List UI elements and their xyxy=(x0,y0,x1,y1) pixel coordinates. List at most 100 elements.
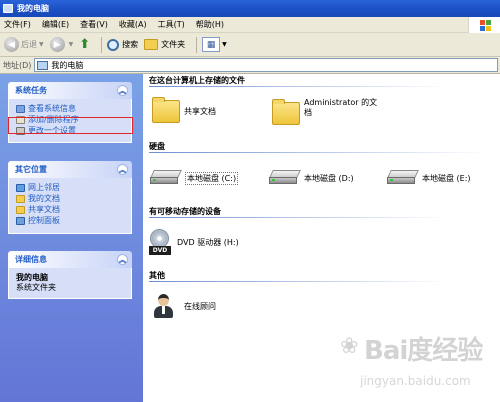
up-arrow-icon: ⬆ xyxy=(79,37,91,52)
highlight-box xyxy=(8,117,133,134)
forward-button[interactable]: ▶ ▼ xyxy=(49,37,74,52)
content-pane: 在这台计算机上存储的文件 共享文档 Administrator 的文 档 硬盘 … xyxy=(143,74,500,402)
details-description: 系统文件夹 xyxy=(16,283,56,292)
toolbar-separator xyxy=(101,36,103,53)
shared-folder-icon xyxy=(16,205,25,214)
other-places-title: 其它位置 xyxy=(15,165,47,174)
system-tasks-title: 系统任务 xyxy=(15,86,47,95)
files-section-title: 在这台计算机上存储的文件 xyxy=(149,76,245,85)
section-divider xyxy=(149,86,449,87)
network-places-label: 网上邻居 xyxy=(28,183,60,192)
collapse-chevron-icon[interactable]: ︽ xyxy=(117,164,128,175)
chevron-down-icon: ▼ xyxy=(39,41,44,48)
back-label: 后退 xyxy=(21,40,37,49)
shared-documents-label: 共享文档 xyxy=(28,205,60,214)
address-field[interactable]: 我的电脑 xyxy=(34,58,498,72)
shared-documents-link[interactable]: 共享文档 xyxy=(16,204,126,215)
hard-drive-icon xyxy=(269,170,301,186)
my-computer-icon xyxy=(37,60,49,70)
section-divider xyxy=(149,281,449,282)
folder-icon xyxy=(144,39,159,50)
menu-edit[interactable]: 编辑(E) xyxy=(42,19,69,30)
view-system-info-link[interactable]: 查看系统信息 xyxy=(16,103,126,114)
menu-bar: 文件(F) 编辑(E) 查看(V) 收藏(A) 工具(T) 帮助(H) xyxy=(0,17,500,33)
folders-label: 文件夹 xyxy=(161,40,186,49)
control-panel-link[interactable]: 控制面板 xyxy=(16,215,126,226)
search-button[interactable]: 搜索 xyxy=(107,38,139,51)
control-panel-label: 控制面板 xyxy=(28,216,60,225)
my-documents-link[interactable]: 我的文档 xyxy=(16,193,126,204)
collapse-chevron-icon[interactable]: ︽ xyxy=(117,254,128,265)
other-places-body: 网上邻居 我的文档 共享文档 控制面板 xyxy=(8,178,132,234)
address-value: 我的电脑 xyxy=(51,60,84,70)
admin-documents-label: Administrator 的文 档 xyxy=(304,98,377,118)
hard-drive-icon xyxy=(150,170,182,186)
menu-favorites[interactable]: 收藏(A) xyxy=(119,19,147,30)
admin-documents-item[interactable]: Administrator 的文 档 xyxy=(272,98,377,125)
folders-button[interactable]: 文件夹 xyxy=(144,39,185,50)
folder-icon xyxy=(272,99,300,125)
details-title: 详细信息 xyxy=(15,255,47,264)
documents-folder-icon xyxy=(16,194,25,203)
control-panel-icon xyxy=(16,216,25,225)
windows-logo-icon xyxy=(468,17,500,33)
menu-tools[interactable]: 工具(T) xyxy=(158,19,185,30)
details-name: 我的电脑 xyxy=(16,273,48,282)
views-button[interactable]: ▦ ▼ xyxy=(202,37,227,52)
removable-section-title: 有可移动存储的设备 xyxy=(149,207,221,216)
other-places-header[interactable]: 其它位置 ︽ xyxy=(8,161,132,178)
back-button[interactable]: ◀ 后退 ▼ xyxy=(4,37,44,52)
drive-c-label: 本地磁盘 (C:) xyxy=(185,171,239,185)
toolbar: ◀ 后退 ▼ ▶ ▼ ⬆ 搜索 文件夹 ▦ ▼ xyxy=(0,33,500,57)
view-system-info-label: 查看系统信息 xyxy=(28,104,76,113)
harddisk-section-title: 硬盘 xyxy=(149,142,165,151)
details-body: 我的电脑 系统文件夹 xyxy=(8,268,132,299)
dvd-drive-icon: DVD xyxy=(149,229,171,255)
online-advisor-label: 在线顾问 xyxy=(184,302,216,311)
admin-documents-label-line2: 档 xyxy=(304,108,312,117)
menu-file[interactable]: 文件(F) xyxy=(4,19,31,30)
other-section-title: 其他 xyxy=(149,271,165,280)
up-folder-button[interactable]: ⬆ xyxy=(79,37,90,52)
dvd-drive-label: DVD 驱动器 (H:) xyxy=(177,237,239,247)
views-icon: ▦ xyxy=(202,37,221,52)
network-icon xyxy=(16,183,25,192)
system-tasks-header[interactable]: 系统任务 ︽ xyxy=(8,82,132,99)
chevron-down-icon: ▼ xyxy=(222,41,227,48)
other-places-panel: 其它位置 ︽ 网上邻居 我的文档 共享文档 控制面板 xyxy=(8,161,132,234)
forward-arrow-icon: ▶ xyxy=(49,37,65,52)
network-places-link[interactable]: 网上邻居 xyxy=(16,182,126,193)
menu-view[interactable]: 查看(V) xyxy=(80,19,108,30)
collapse-chevron-icon[interactable]: ︽ xyxy=(117,85,128,96)
window-title: 我的电脑 xyxy=(17,4,49,13)
shared-documents-item-label: 共享文档 xyxy=(184,107,216,116)
menu-help[interactable]: 帮助(H) xyxy=(196,19,224,30)
chevron-down-icon: ▼ xyxy=(68,41,74,48)
section-divider xyxy=(149,217,449,218)
drive-d-label: 本地磁盘 (D:) xyxy=(304,173,354,183)
details-panel: 详细信息 ︽ 我的电脑 系统文件夹 xyxy=(8,251,132,299)
my-documents-label: 我的文档 xyxy=(28,194,60,203)
details-header[interactable]: 详细信息 ︽ xyxy=(8,251,132,268)
address-label: 地址(D) xyxy=(3,60,32,70)
drive-c-item[interactable]: 本地磁盘 (C:) xyxy=(150,170,239,186)
address-bar: 地址(D) 我的电脑 xyxy=(0,57,500,74)
search-label: 搜索 xyxy=(122,40,139,49)
my-computer-icon xyxy=(3,4,13,13)
online-advisor-item[interactable]: 在线顾问 xyxy=(152,294,216,319)
online-advisor-icon xyxy=(152,294,174,319)
section-divider xyxy=(149,152,489,153)
toolbar-separator xyxy=(196,36,198,53)
system-info-icon xyxy=(16,104,25,113)
hard-drive-icon xyxy=(387,170,419,186)
folder-icon xyxy=(152,97,180,123)
back-arrow-icon: ◀ xyxy=(4,37,19,52)
dvd-drive-item[interactable]: DVD DVD 驱动器 (H:) xyxy=(149,229,239,255)
search-icon xyxy=(107,38,120,51)
drive-e-item[interactable]: 本地磁盘 (E:) xyxy=(387,170,471,186)
shared-documents-item[interactable]: 共享文档 xyxy=(152,97,216,123)
admin-documents-label-line1: Administrator 的文 xyxy=(304,98,378,107)
drive-e-label: 本地磁盘 (E:) xyxy=(422,173,471,183)
drive-d-item[interactable]: 本地磁盘 (D:) xyxy=(269,170,354,186)
title-bar: 我的电脑 xyxy=(0,0,500,17)
